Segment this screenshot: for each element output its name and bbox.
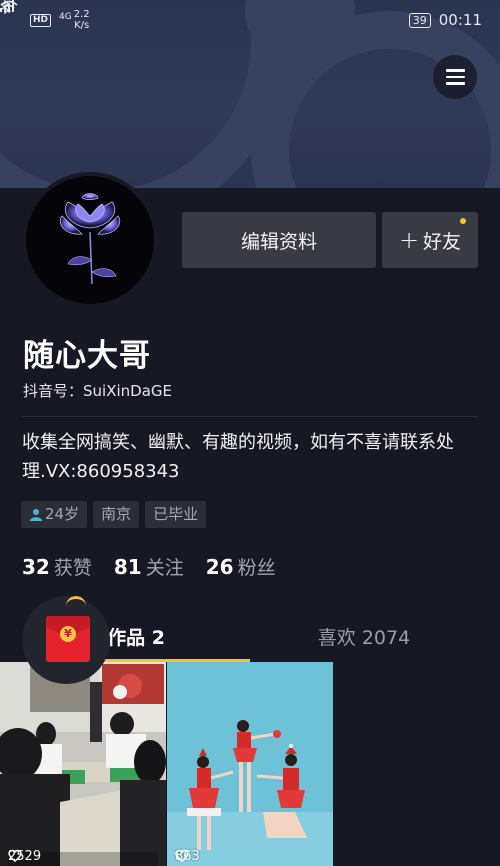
add-friend-label: 好友	[423, 230, 462, 253]
tag-location: 南京	[93, 501, 140, 528]
dancers-thumbnail	[167, 662, 333, 866]
edit-profile-label: 编辑资料	[240, 230, 317, 253]
battery-indicator: 39	[408, 12, 431, 28]
yen-coin-icon: ¥	[60, 626, 76, 642]
heart-icon	[8, 849, 22, 862]
avatar-image	[26, 176, 154, 304]
stat-followers-label: 粉丝	[237, 557, 276, 579]
heart-icon	[175, 849, 189, 862]
menu-button[interactable]	[433, 55, 477, 99]
person-icon	[30, 508, 42, 521]
tab-likes-label: 喜欢 2074	[317, 626, 411, 649]
stat-followers-count: 26	[205, 555, 234, 579]
notification-dot	[460, 218, 466, 224]
red-envelope-icon: ¥	[46, 616, 90, 662]
divider	[22, 416, 478, 417]
video-grid: 2529 863	[0, 662, 500, 866]
edit-profile-button[interactable]: 编辑资料	[182, 212, 376, 268]
rose-icon	[59, 193, 121, 285]
speed-value: 2.2	[73, 9, 90, 20]
video-thumbnail[interactable]: 2529	[0, 662, 166, 866]
avatar[interactable]	[22, 172, 158, 308]
profile-cover: HD 4G 2.2 K/s 39 00:11	[0, 0, 500, 188]
stat-likes-label: 获赞	[53, 557, 92, 579]
network-label: 4G	[59, 12, 72, 22]
tab-works-label: 作品 2	[107, 626, 165, 649]
classroom-thumbnail	[0, 662, 166, 866]
bio: 收集全网搞笑、幽默、有趣的视频，如有不喜请联系处理.VX:860958343	[22, 432, 454, 482]
status-time: 00:11	[438, 11, 482, 29]
stat-likes-count: 32	[22, 555, 50, 579]
status-bar: HD 4G 2.2 K/s 39 00:11	[0, 0, 500, 40]
tag-location-label: 南京	[101, 505, 132, 523]
plus-icon: +	[398, 226, 420, 254]
video-thumbnail[interactable]: 863	[167, 662, 333, 866]
menu-icon-line	[445, 82, 465, 85]
stat-following[interactable]: 81 关注	[114, 553, 184, 580]
tag-age-label: 24岁	[45, 505, 80, 523]
hd-badge: HD	[30, 13, 52, 27]
menu-icon-line	[445, 75, 465, 79]
network-speed: 2.2 K/s	[74, 9, 90, 31]
stat-followers[interactable]: 26 粉丝	[206, 553, 276, 580]
add-friend-button[interactable]: + 好友	[382, 212, 478, 268]
red-packet-button[interactable]: ¥	[22, 594, 112, 684]
stat-likes: 32 获赞	[22, 553, 92, 580]
profile-stats: 32 获赞 81 关注 26 粉丝	[22, 553, 276, 580]
stat-following-count: 81	[113, 555, 142, 579]
stat-following-label: 关注	[145, 557, 184, 579]
tag-education-label: 已毕业	[153, 505, 199, 523]
tab-likes[interactable]: 喜欢 2074	[250, 610, 478, 662]
play-count: 2529	[8, 849, 41, 864]
douyin-id[interactable]: 抖音号：SuiXinDaGE	[23, 380, 172, 401]
play-count: 863	[175, 849, 200, 864]
nickname: 随心大哥	[23, 338, 151, 374]
tag-education: 已毕业	[145, 501, 207, 528]
bluetooth-icon	[0, 0, 9, 14]
smile-icon	[66, 596, 86, 606]
menu-icon-line	[445, 69, 465, 72]
profile-tags: 24岁 南京 已毕业	[21, 501, 207, 528]
tag-age: 24岁	[21, 501, 88, 528]
speed-unit: K/s	[74, 20, 90, 31]
